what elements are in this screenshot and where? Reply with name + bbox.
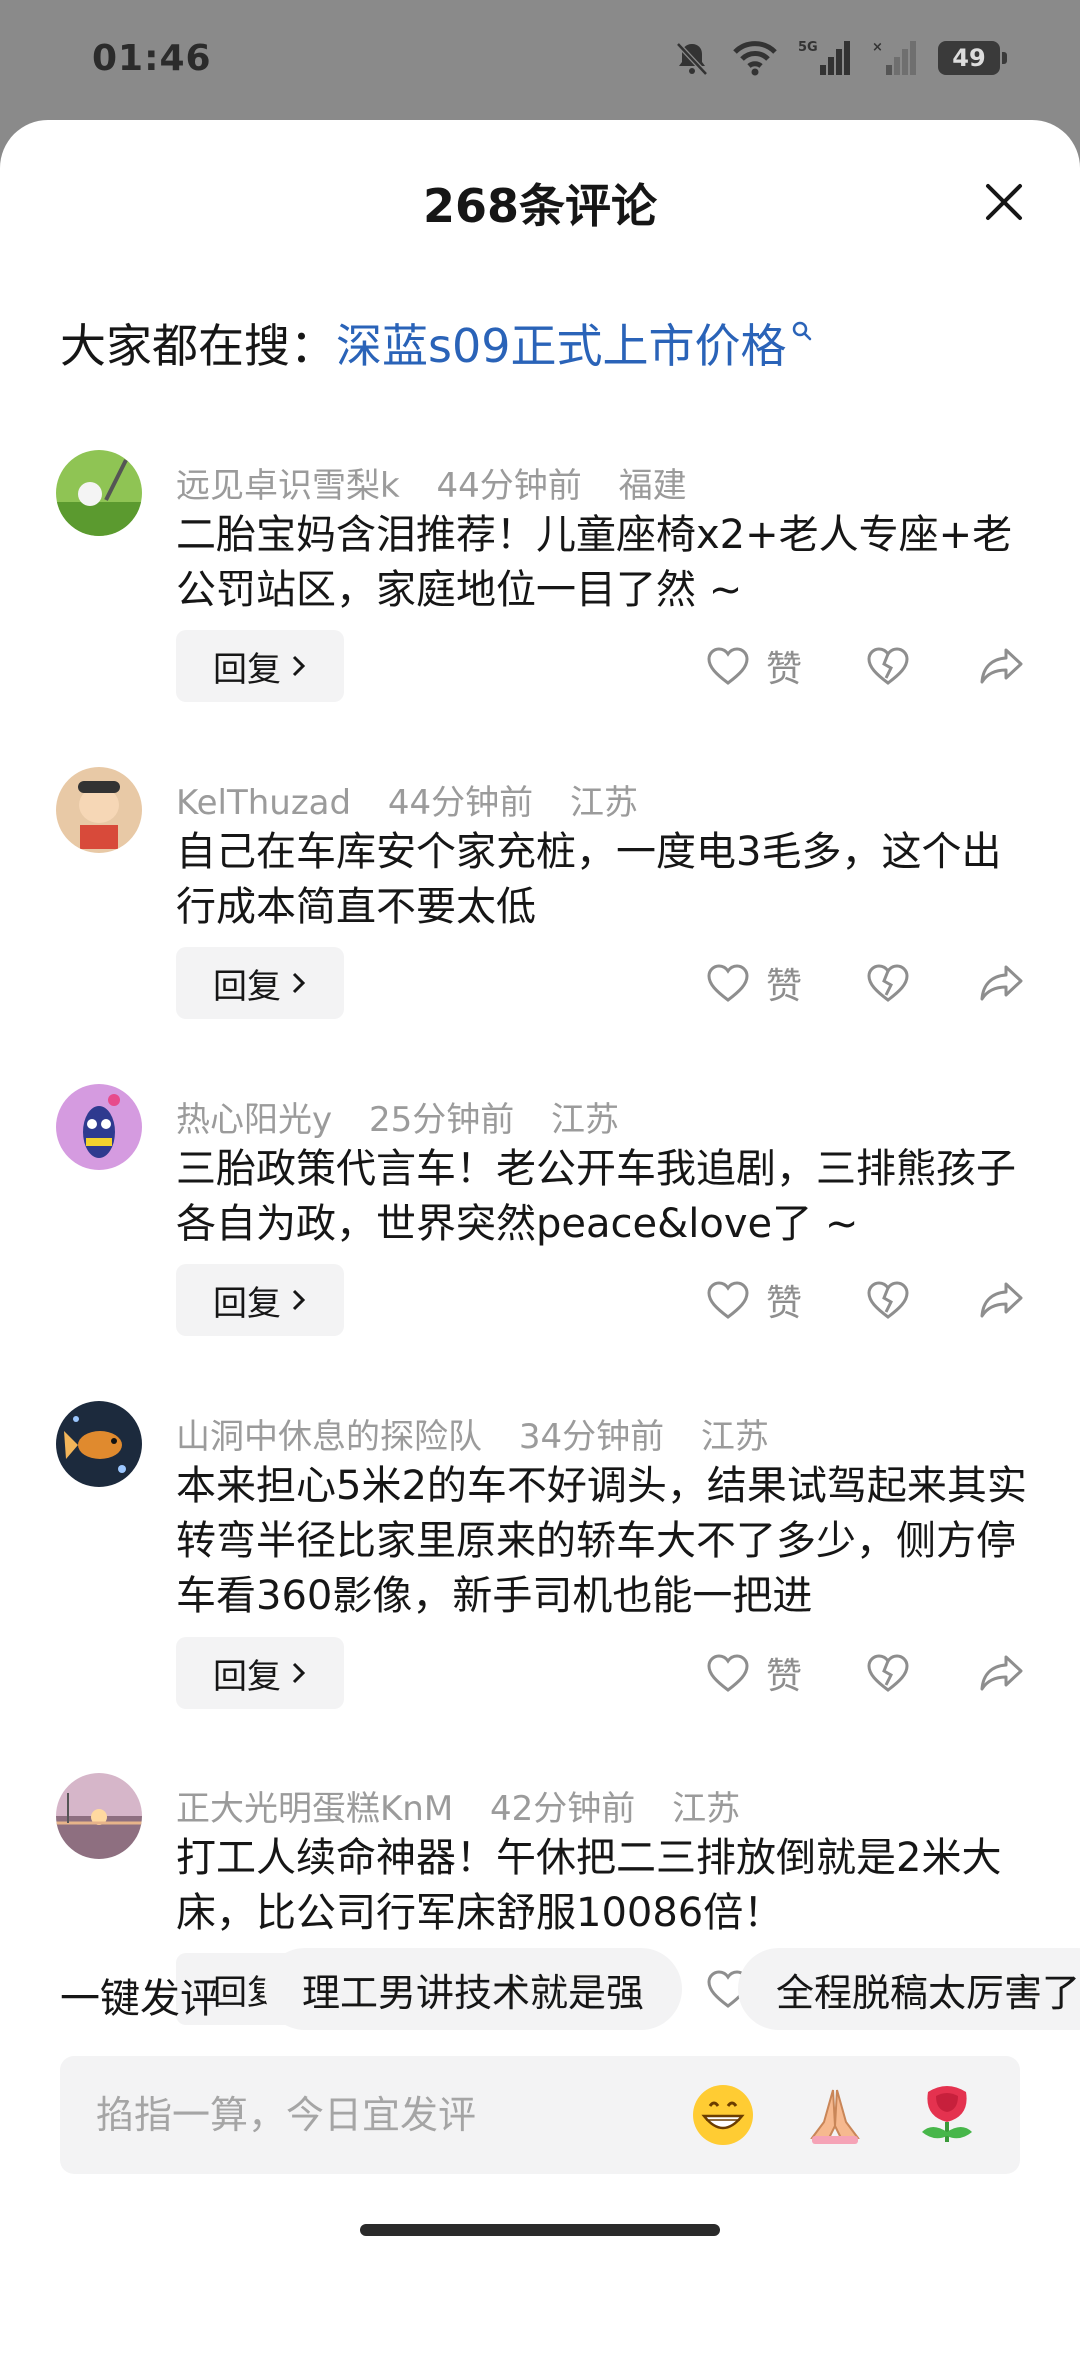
share-icon[interactable]	[978, 963, 1024, 1003]
comment-time: 44分钟前	[436, 466, 582, 506]
reply-label: 回复	[213, 966, 281, 1007]
comment-actions: 赞	[706, 640, 1024, 692]
quick-comment-chip[interactable]: 全程脱稿太厉害了	[738, 1948, 1080, 2030]
comment-count-title: 268条评论	[422, 179, 658, 233]
like-label: 赞	[765, 966, 802, 1007]
grin-emoji-icon[interactable]	[690, 2082, 756, 2148]
comment-location: 江苏	[551, 1100, 620, 1140]
reply-button[interactable]: 回复	[176, 1264, 344, 1336]
comment-username[interactable]: 山洞中休息的探险队	[176, 1417, 482, 1457]
heart-icon	[707, 1281, 749, 1319]
comment-input-bar	[60, 2056, 1020, 2174]
mute-bell-icon	[676, 42, 708, 76]
comment-item: 山洞中休息的探险队 34分钟前 江苏 本来担心5米2的车不好调头，结果试驾起来其…	[0, 1401, 1080, 1756]
avatar[interactable]	[56, 767, 142, 853]
comment-meta: 正大光明蛋糕KnM 42分钟前 江苏	[176, 1781, 766, 1830]
pray-emoji-icon[interactable]	[802, 2082, 868, 2148]
like-label: 赞	[765, 649, 802, 690]
share-icon[interactable]	[978, 1280, 1024, 1320]
chevron-right-icon	[292, 1289, 306, 1311]
comment-item: 远见卓识雪梨k 44分钟前 福建 二胎宝妈含泪推荐！儿童座椅x2+老人专座+老公…	[0, 450, 1080, 750]
reply-label: 回复	[213, 1656, 281, 1697]
broken-heart-icon[interactable]	[866, 1653, 910, 1693]
comment-location: 江苏	[570, 783, 638, 823]
reply-button[interactable]: 回复	[176, 947, 344, 1019]
like-button[interactable]: 赞	[706, 1647, 802, 1699]
avatar[interactable]	[56, 1084, 142, 1170]
avatar[interactable]	[56, 450, 142, 536]
comment-text: 打工人续命神器！午休把二三排放倒就是2米大床，比公司行军床舒服10086倍！	[176, 1835, 1002, 1936]
chevron-right-icon	[292, 972, 306, 994]
comment-time: 42分钟前	[490, 1789, 636, 1829]
comment-location: 江苏	[700, 1417, 769, 1457]
comment-location: 江苏	[672, 1789, 741, 1829]
comment-meta: 远见卓识雪梨k 44分钟前 福建	[176, 458, 713, 507]
comment-input[interactable]	[94, 2084, 658, 2146]
quick-comment-chip[interactable]: 理工男讲技术就是强	[264, 1948, 683, 2030]
signal-weak-icon: ×	[872, 40, 916, 75]
quick-comment-row: 一键发评 理工男讲技术就是强 全程脱稿太厉害了	[0, 1948, 1080, 2038]
reply-button[interactable]: 回复	[176, 630, 344, 702]
hot-search-row: 大家都在搜： 深蓝s09正式上市价格	[60, 310, 813, 376]
comment-username[interactable]: 正大光明蛋糕KnM	[176, 1789, 453, 1829]
comment-text: 二胎宝妈含泪推荐！儿童座椅x2+老人专座+老公罚站区，家庭地位一目了然 ~	[176, 512, 1013, 613]
comment-username[interactable]: KelThuzad	[176, 783, 351, 823]
signal-5g-icon: 5G	[798, 40, 850, 75]
comment-text: 本来担心5米2的车不好调头，结果试驾起来其实转弯半径比家里原来的轿车大不了多少，…	[176, 1463, 1027, 1619]
avatar[interactable]	[56, 1401, 142, 1487]
comment-text: 三胎政策代言车！老公开车我追剧，三排熊孩子各自为政，世界突然peace&love…	[176, 1146, 1016, 1247]
sheet-header: 268条评论	[0, 120, 1080, 280]
comment-time: 25分钟前	[368, 1100, 515, 1140]
hot-search-prefix: 大家都在搜：	[60, 319, 336, 373]
comment-meta: KelThuzad 44分钟前 江苏	[176, 775, 664, 824]
comment-time: 44分钟前	[387, 783, 534, 823]
comment-username[interactable]: 远见卓识雪梨k	[176, 466, 400, 506]
comment-actions: 赞	[706, 957, 1024, 1009]
search-icon[interactable]	[791, 320, 813, 342]
home-indicator[interactable]	[360, 2224, 720, 2236]
like-button[interactable]: 赞	[706, 640, 802, 692]
rose-emoji-icon[interactable]	[914, 2082, 980, 2148]
comment-location: 福建	[618, 466, 687, 506]
heart-icon	[707, 964, 749, 1002]
status-icons: 5G × 49	[672, 38, 1007, 78]
comment-meta: 山洞中休息的探险队 34分钟前 江苏	[176, 1409, 795, 1458]
comment-username[interactable]: 热心阳光y	[176, 1100, 332, 1140]
broken-heart-icon[interactable]	[866, 963, 910, 1003]
broken-heart-icon[interactable]	[866, 646, 910, 686]
avatar[interactable]	[56, 1773, 142, 1859]
chevron-right-icon	[292, 1662, 306, 1684]
comment-item: 热心阳光y 25分钟前 江苏 三胎政策代言车！老公开车我追剧，三排熊孩子各自为政…	[0, 1084, 1080, 1384]
close-icon[interactable]	[974, 172, 1034, 232]
share-icon[interactable]	[978, 646, 1024, 686]
broken-heart-icon[interactable]	[866, 1280, 910, 1320]
comment-actions: 赞	[706, 1274, 1024, 1326]
status-time: 01:46	[92, 38, 212, 79]
svg-text:5G: 5G	[798, 40, 818, 55]
comment-time: 34分钟前	[518, 1417, 665, 1457]
like-button[interactable]: 赞	[706, 957, 802, 1009]
status-bar: 01:46 5G × 49	[0, 0, 1080, 120]
chevron-right-icon	[292, 655, 306, 677]
heart-icon	[707, 1654, 749, 1692]
wifi-icon	[733, 41, 777, 76]
quick-comment-label: 一键发评	[60, 1976, 220, 2022]
comment-meta: 热心阳光y 25分钟前 江苏	[176, 1092, 645, 1141]
reply-label: 回复	[213, 649, 281, 690]
reply-label: 回复	[213, 1283, 281, 1324]
like-label: 赞	[765, 1656, 802, 1697]
reply-button[interactable]: 回复	[176, 1637, 344, 1709]
share-icon[interactable]	[978, 1653, 1024, 1693]
comment-item: KelThuzad 44分钟前 江苏 自己在车库安个家充桩，一度电3毛多，这个出…	[0, 767, 1080, 1067]
battery-indicator: 49	[938, 41, 1007, 75]
svg-text:×: ×	[872, 40, 883, 55]
comment-text: 自己在车库安个家充桩，一度电3毛多，这个出行成本简直不要太低	[176, 829, 1002, 930]
comment-actions: 赞	[706, 1647, 1024, 1699]
like-button[interactable]: 赞	[706, 1274, 802, 1326]
hot-search-link[interactable]: 深蓝s09正式上市价格	[336, 310, 787, 376]
heart-icon	[707, 647, 749, 685]
like-label: 赞	[765, 1283, 802, 1324]
